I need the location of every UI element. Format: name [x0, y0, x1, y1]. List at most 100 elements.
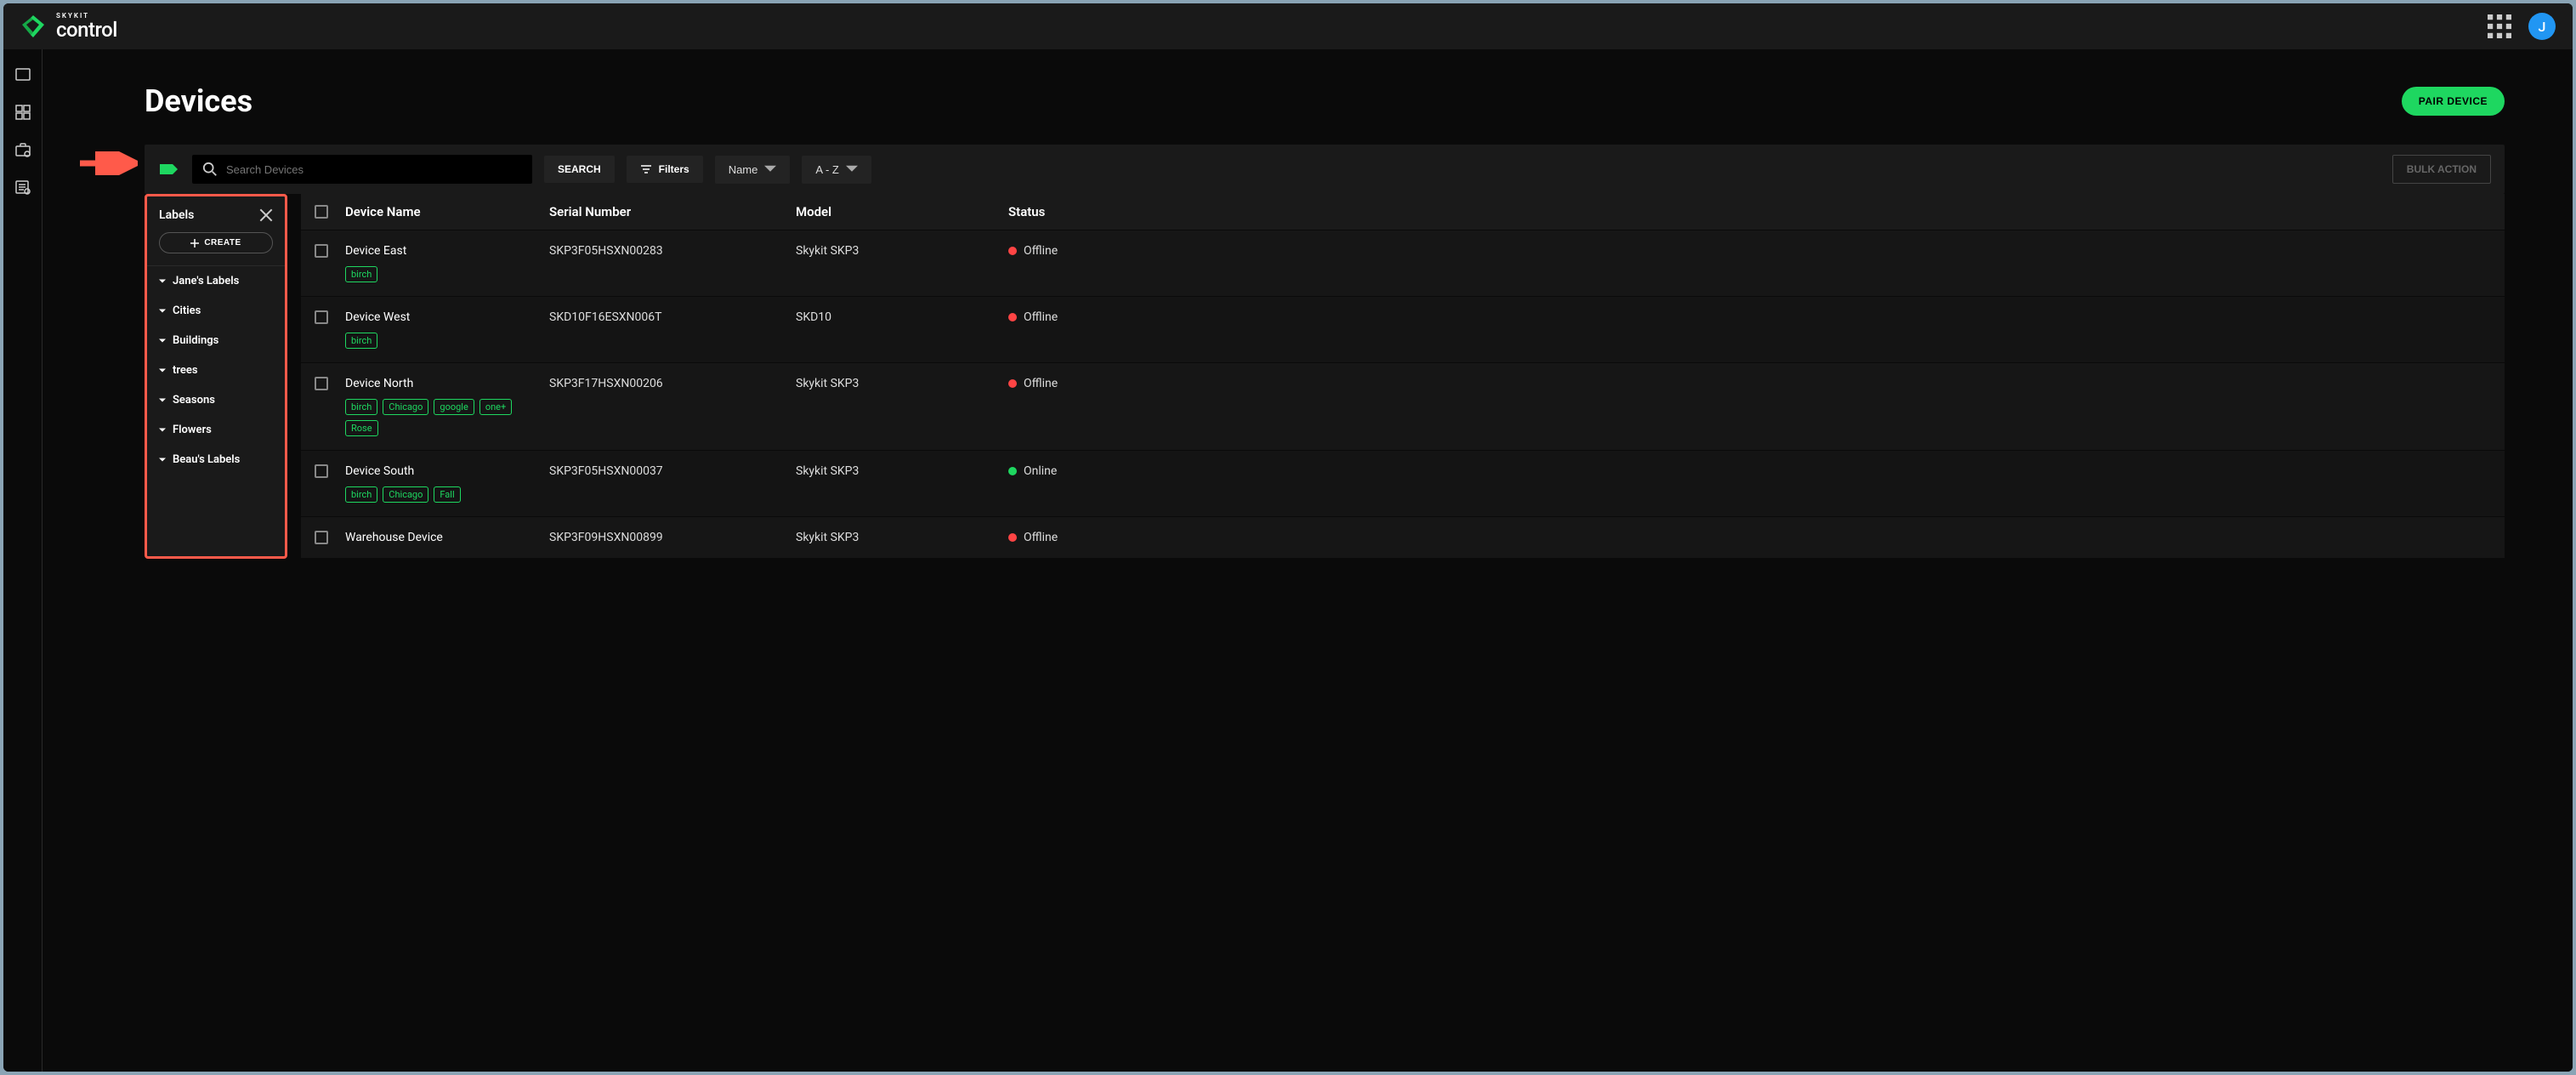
chevron-down-icon — [159, 457, 166, 464]
device-tag[interactable]: Fall — [434, 486, 460, 503]
nav-list-icon[interactable] — [14, 179, 31, 196]
row-checkbox[interactable] — [315, 310, 328, 324]
table-row[interactable]: Device North birch Chicago google one+ Rose SK… — [301, 363, 2505, 451]
device-serial: SKP3F09HSXN00899 — [549, 531, 796, 544]
device-status: Online — [1024, 464, 1057, 478]
device-serial: SKP3F05HSXN00037 — [549, 464, 796, 478]
label-group-name: trees — [173, 364, 198, 377]
leftnav — [3, 49, 43, 1072]
sort-order-dropdown[interactable]: A - Z — [802, 156, 871, 184]
create-label-button[interactable]: CREATE — [159, 232, 273, 253]
label-group-item[interactable]: Buildings — [147, 326, 285, 355]
device-serial: SKD10F16ESXN006T — [549, 310, 796, 324]
label-group-item[interactable]: Jane's Labels — [147, 266, 285, 296]
bulk-action-button: BULK ACTION — [2392, 155, 2491, 184]
col-header-status: Status — [1008, 204, 2491, 219]
row-checkbox[interactable] — [315, 464, 328, 478]
label-group-name: Cities — [173, 304, 201, 317]
devices-table: Device Name Serial Number Model Status D… — [301, 194, 2505, 559]
device-status: Offline — [1024, 310, 1058, 324]
avatar-initial: J — [2539, 19, 2546, 35]
chevron-down-icon — [159, 427, 166, 434]
device-status: Offline — [1024, 244, 1058, 258]
status-dot-icon — [1008, 313, 1017, 321]
table-row[interactable]: Device WestbirchSKD10F16ESXN006TSKD10Off… — [301, 297, 2505, 363]
topbar: SKYKIT control J — [3, 3, 2573, 49]
annotation-arrow-icon — [78, 151, 138, 175]
label-group-item[interactable]: Seasons — [147, 385, 285, 415]
filters-label: Filters — [659, 163, 689, 175]
sort-field-dropdown[interactable]: Name — [715, 156, 791, 184]
filter-icon — [640, 163, 652, 175]
label-group-name: Beau's Labels — [173, 453, 240, 466]
apps-grid-icon[interactable] — [2488, 14, 2511, 38]
label-group-item[interactable]: trees — [147, 355, 285, 385]
col-header-model: Model — [796, 204, 1008, 219]
label-group-item[interactable]: Cities — [147, 296, 285, 326]
label-group-item[interactable]: Flowers — [147, 415, 285, 445]
device-model: Skykit SKP3 — [796, 244, 1008, 258]
device-status: Offline — [1024, 377, 1058, 390]
device-model: Skykit SKP3 — [796, 377, 1008, 390]
sort-order-label: A - Z — [815, 163, 838, 176]
nav-dashboard-icon[interactable] — [14, 104, 31, 121]
chevron-down-icon — [764, 163, 776, 175]
status-dot-icon — [1008, 467, 1017, 475]
device-tag[interactable]: Rose — [345, 420, 378, 436]
toolbar: SEARCH Filters Name A - Z BULK ACTION — [145, 145, 2505, 194]
content: Devices PAIR DEVICE SEARCH Fil — [43, 49, 2573, 1072]
label-group-item[interactable]: Beau's Labels — [147, 445, 285, 475]
table-row[interactable]: Device East birch SKP3F05HSXN00283Skykit S… — [301, 230, 2505, 297]
search-box — [192, 155, 532, 184]
pair-device-button[interactable]: PAIR DEVICE — [2402, 87, 2505, 116]
nav-briefcase-icon[interactable] — [14, 141, 31, 158]
device-tag[interactable]: birch — [345, 266, 377, 282]
search-icon — [202, 162, 218, 177]
labels-panel: Labels CREATE Jane's LabelsCitiesBuildin… — [145, 194, 287, 559]
status-dot-icon — [1008, 533, 1017, 542]
chevron-down-icon — [159, 278, 166, 285]
select-all-checkbox[interactable] — [315, 205, 328, 219]
device-name: Warehouse Device — [345, 531, 549, 544]
page-title: Devices — [145, 83, 252, 119]
header-row: Devices PAIR DEVICE — [145, 83, 2505, 119]
label-group-name: Seasons — [173, 394, 215, 407]
table-header: Device Name Serial Number Model Status — [301, 194, 2505, 230]
label-group-name: Flowers — [173, 424, 212, 436]
filters-button[interactable]: Filters — [627, 156, 703, 183]
device-name: Device South — [345, 464, 549, 478]
device-tag[interactable]: Chicago — [383, 486, 428, 503]
device-serial: SKP3F17HSXN00206 — [549, 377, 796, 390]
table-row[interactable]: Device South birch Chicago Fall SKP3F05HSXN0… — [301, 451, 2505, 517]
device-tag[interactable]: Chicago — [383, 399, 428, 415]
chevron-down-icon — [159, 338, 166, 344]
row-checkbox[interactable] — [315, 531, 328, 544]
device-tag[interactable]: google — [434, 399, 474, 415]
brand-logo-icon — [20, 14, 46, 39]
device-tag[interactable]: birch — [345, 486, 377, 503]
label-group-name: Buildings — [173, 334, 218, 347]
search-button[interactable]: SEARCH — [544, 156, 615, 183]
search-input[interactable] — [226, 163, 522, 176]
status-dot-icon — [1008, 379, 1017, 388]
sort-field-label: Name — [729, 163, 758, 176]
device-model: Skykit SKP3 — [796, 464, 1008, 478]
table-row[interactable]: Warehouse DeviceSKP3F09HSXN00899Skykit S… — [301, 517, 2505, 559]
create-label-text: CREATE — [204, 238, 241, 247]
device-status: Offline — [1024, 531, 1058, 544]
row-checkbox[interactable] — [315, 377, 328, 390]
nav-screen-icon[interactable] — [14, 66, 31, 83]
chevron-down-icon — [846, 163, 858, 175]
device-tag[interactable]: one+ — [479, 399, 512, 415]
device-model: SKD10 — [796, 310, 1008, 324]
device-tag[interactable]: birch — [345, 333, 377, 349]
plus-icon — [190, 239, 199, 247]
device-name: Device North — [345, 377, 549, 390]
labels-toggle-icon[interactable] — [158, 161, 180, 178]
device-serial: SKP3F05HSXN00283 — [549, 244, 796, 258]
device-tag[interactable]: birch — [345, 399, 377, 415]
user-avatar[interactable]: J — [2528, 13, 2556, 40]
device-name: Device East — [345, 244, 549, 258]
row-checkbox[interactable] — [315, 244, 328, 258]
labels-close-icon[interactable] — [259, 208, 273, 222]
